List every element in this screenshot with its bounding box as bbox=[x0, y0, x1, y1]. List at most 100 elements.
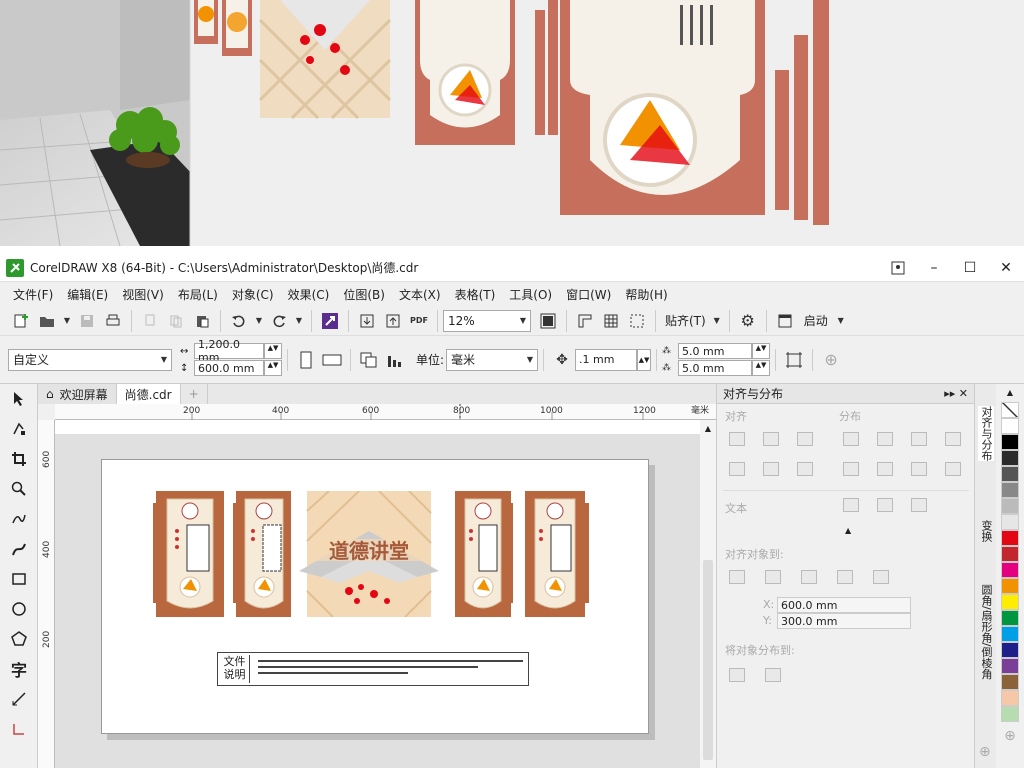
menu-help[interactable]: 帮助(H) bbox=[618, 286, 674, 303]
vertical-scrollbar[interactable]: ▲ bbox=[700, 420, 716, 768]
align-center-h-icon[interactable] bbox=[763, 432, 779, 446]
shape-tool-icon[interactable] bbox=[0, 414, 38, 444]
text-align-bbox-icon[interactable] bbox=[911, 498, 927, 512]
page-width-field[interactable]: 1,200.0 mm bbox=[194, 338, 264, 364]
align-y-field[interactable]: 300.0 mm bbox=[777, 613, 911, 629]
distribute-spacing-v-icon[interactable] bbox=[945, 462, 961, 476]
distribute-right-icon[interactable] bbox=[911, 432, 927, 446]
align-center-v-icon[interactable] bbox=[763, 462, 779, 476]
color-swatch[interactable] bbox=[1001, 418, 1019, 434]
bleed-edge-icon[interactable] bbox=[783, 349, 805, 371]
tab-welcome-screen[interactable]: ⌂ 欢迎屏幕 bbox=[38, 384, 117, 404]
new-tab-button[interactable]: + bbox=[180, 384, 208, 404]
menu-bitmaps[interactable]: 位图(B) bbox=[336, 286, 392, 303]
align-to-page-edge-icon[interactable] bbox=[765, 570, 781, 584]
menu-edit[interactable]: 编辑(E) bbox=[60, 286, 115, 303]
color-swatch[interactable] bbox=[1001, 546, 1019, 562]
add-icon[interactable]: ⊕ bbox=[820, 349, 842, 371]
align-x-field[interactable]: 600.0 mm bbox=[777, 597, 911, 613]
launch-button[interactable]: 启动 bbox=[804, 312, 828, 329]
color-swatch[interactable] bbox=[1001, 674, 1019, 690]
snap-to-button[interactable]: 贴齐(T) bbox=[665, 312, 706, 329]
artwork-group-right[interactable] bbox=[455, 491, 595, 617]
crop-tool-icon[interactable] bbox=[0, 444, 38, 474]
side-tab-fillet[interactable]: 圆角/扇形角/倒棱角 bbox=[978, 584, 994, 679]
menu-view[interactable]: 视图(V) bbox=[115, 286, 171, 303]
horizontal-ruler[interactable]: 200 400 600 800 1000 1200 毫米 bbox=[55, 404, 716, 420]
align-to-grid-icon[interactable] bbox=[837, 570, 853, 584]
show-guidelines-icon[interactable] bbox=[626, 310, 648, 332]
file-note-box[interactable]: 文件 说明 bbox=[217, 652, 529, 686]
new-document-icon[interactable] bbox=[10, 310, 32, 332]
account-icon[interactable] bbox=[880, 254, 916, 282]
scroll-thumb[interactable] bbox=[703, 560, 713, 760]
distribute-to-selection-icon[interactable] bbox=[729, 668, 745, 682]
page-preset-select[interactable]: 自定义 ▼ bbox=[8, 348, 172, 371]
publish-pdf-icon[interactable]: PDF bbox=[408, 310, 430, 332]
close-button[interactable]: ✕ bbox=[988, 254, 1024, 282]
align-to-page-center-icon[interactable] bbox=[801, 570, 817, 584]
align-bottom-icon[interactable] bbox=[797, 462, 813, 476]
maximize-button[interactable]: ☐ bbox=[952, 254, 988, 282]
text-align-last-line-icon[interactable] bbox=[877, 498, 893, 512]
align-to-point-icon[interactable] bbox=[873, 570, 889, 584]
color-swatch[interactable] bbox=[1001, 562, 1019, 578]
color-swatch[interactable] bbox=[1001, 482, 1019, 498]
dup-x-stepper[interactable]: ▲▼ bbox=[752, 343, 771, 359]
distribute-bottom-icon[interactable] bbox=[911, 462, 927, 476]
undo-icon[interactable] bbox=[228, 310, 250, 332]
nudge-stepper[interactable]: ▲▼ bbox=[637, 348, 652, 371]
color-swatch[interactable] bbox=[1001, 530, 1019, 546]
height-stepper[interactable]: ▲▼ bbox=[264, 360, 282, 376]
redo-icon[interactable] bbox=[268, 310, 290, 332]
launch-app-icon[interactable] bbox=[774, 310, 796, 332]
paste-icon[interactable] bbox=[191, 310, 213, 332]
polygon-tool-icon[interactable] bbox=[0, 624, 38, 654]
portrait-icon[interactable] bbox=[295, 349, 317, 371]
menu-file[interactable]: 文件(F) bbox=[6, 286, 60, 303]
side-tab-align-distribute[interactable]: 对齐与分布 bbox=[978, 406, 994, 461]
chevron-down-icon[interactable]: ▼ bbox=[712, 310, 722, 332]
full-screen-icon[interactable] bbox=[537, 310, 559, 332]
export-icon[interactable] bbox=[382, 310, 404, 332]
cut-icon[interactable] bbox=[139, 310, 161, 332]
menu-table[interactable]: 表格(T) bbox=[448, 286, 503, 303]
connector-tool-icon[interactable] bbox=[0, 714, 38, 744]
rectangle-tool-icon[interactable] bbox=[0, 564, 38, 594]
color-swatch[interactable] bbox=[1001, 658, 1019, 674]
side-add-icon[interactable]: ⊕ bbox=[979, 744, 991, 760]
unit-select[interactable]: 毫米 ▼ bbox=[446, 348, 539, 371]
align-to-active-icon[interactable] bbox=[729, 570, 745, 584]
current-page-icon[interactable] bbox=[384, 349, 406, 371]
text-tool-icon[interactable]: 字 bbox=[0, 654, 38, 684]
color-swatch[interactable] bbox=[1001, 498, 1019, 514]
page-height-field[interactable]: 600.0 mm bbox=[194, 360, 264, 376]
pick-tool-icon[interactable] bbox=[0, 384, 38, 414]
menu-window[interactable]: 窗口(W) bbox=[559, 286, 618, 303]
zoom-tool-icon[interactable] bbox=[0, 474, 38, 504]
color-swatch[interactable] bbox=[1001, 466, 1019, 482]
all-pages-icon[interactable] bbox=[358, 349, 380, 371]
menu-layout[interactable]: 布局(L) bbox=[171, 286, 225, 303]
color-swatch[interactable] bbox=[1001, 514, 1019, 530]
duplicate-x-field[interactable]: 5.0 mm bbox=[678, 343, 753, 359]
color-swatch[interactable] bbox=[1001, 594, 1019, 610]
chevron-down-icon[interactable]: ▼ bbox=[294, 310, 304, 332]
parallel-dimension-icon[interactable] bbox=[0, 684, 38, 714]
distribute-to-page-icon[interactable] bbox=[765, 668, 781, 682]
ellipse-tool-icon[interactable] bbox=[0, 594, 38, 624]
color-swatch[interactable] bbox=[1001, 610, 1019, 626]
chevron-down-icon[interactable]: ▼ bbox=[836, 310, 846, 332]
align-right-icon[interactable] bbox=[797, 432, 813, 446]
print-icon[interactable] bbox=[102, 310, 124, 332]
duplicate-y-field[interactable]: 5.0 mm bbox=[678, 360, 753, 376]
menu-tools[interactable]: 工具(O) bbox=[502, 286, 559, 303]
dup-y-stepper[interactable]: ▲▼ bbox=[752, 360, 771, 376]
distribute-center-h-icon[interactable] bbox=[877, 432, 893, 446]
color-swatch[interactable] bbox=[1001, 450, 1019, 466]
show-rulers-icon[interactable] bbox=[574, 310, 596, 332]
color-swatch[interactable] bbox=[1001, 690, 1019, 706]
color-swatch[interactable] bbox=[1001, 706, 1019, 722]
gear-icon[interactable]: ⚙ bbox=[737, 310, 759, 332]
width-stepper[interactable]: ▲▼ bbox=[264, 343, 282, 359]
